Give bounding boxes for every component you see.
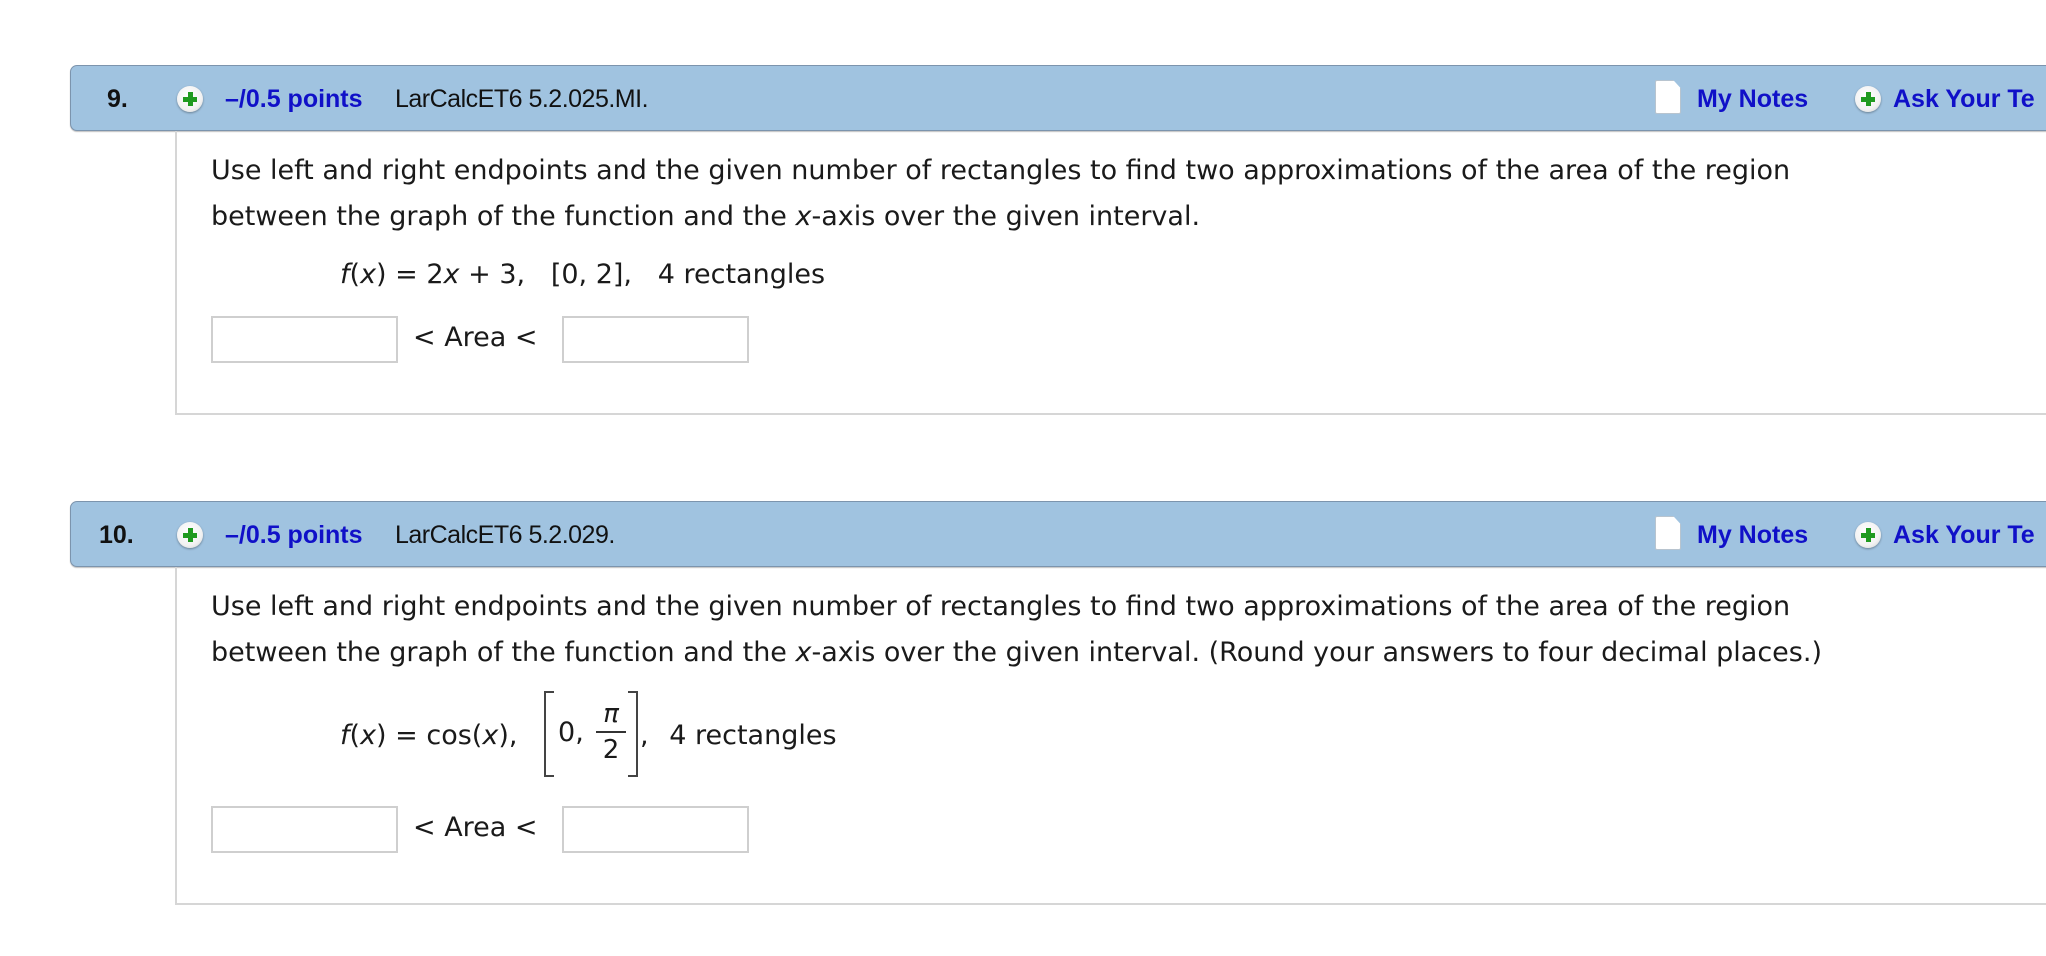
plus-circle-icon[interactable] <box>177 86 203 112</box>
area-label: < Area < <box>413 322 538 353</box>
question-9-header: 9. –/0.5 points LarCalcET6 5.2.025.MI. M… <box>70 65 2046 131</box>
function-formula: f(x) = 2x + 3, [0, 2], 4 rectangles <box>340 259 825 290</box>
document-icon[interactable] <box>1655 516 1681 550</box>
interval-start: 0, <box>558 717 584 748</box>
function-name: f <box>340 259 350 290</box>
prompt-text: -axis over the given interval. <box>811 201 1201 232</box>
question-9-body: Use left and right endpoints and the giv… <box>175 131 2046 415</box>
right-bracket <box>628 691 639 777</box>
variable: x <box>482 719 499 751</box>
paren: ( <box>349 719 361 751</box>
interval: 0, π 2 <box>544 691 644 779</box>
ask-your-teacher-link[interactable]: Ask Your Te <box>1893 85 2035 114</box>
fraction-numerator: π <box>596 697 627 733</box>
function-formula: f(x) = cos(x), 0, π 2 , 4 rectangles <box>340 691 837 779</box>
question-10-header: 10. –/0.5 points LarCalcET6 5.2.029. My … <box>70 501 2046 567</box>
points-link[interactable]: –/0.5 points <box>225 521 363 550</box>
function-name: f <box>340 719 350 751</box>
ask-your-teacher-link[interactable]: Ask Your Te <box>1893 521 2035 550</box>
variable: x <box>795 201 812 232</box>
variable: x <box>443 259 460 290</box>
lower-bound-input[interactable] <box>211 806 398 853</box>
left-bracket <box>544 691 555 777</box>
prompt-text: between the graph of the function and th… <box>211 201 796 232</box>
question-number: 10. <box>99 521 134 549</box>
prompt-line-2: between the graph of the function and th… <box>211 630 1822 676</box>
upper-bound-input[interactable] <box>562 806 749 853</box>
my-notes-link[interactable]: My Notes <box>1697 521 1808 550</box>
my-notes-link[interactable]: My Notes <box>1697 85 1808 114</box>
question-code: LarCalcET6 5.2.025.MI. <box>395 85 649 113</box>
fraction: π 2 <box>596 697 627 767</box>
question-number: 9. <box>107 85 128 113</box>
formula-text: ) = 2 <box>376 259 444 290</box>
plus-circle-icon[interactable] <box>1855 522 1881 548</box>
formula-lhs: f(x) = cos(x), <box>340 720 517 751</box>
formula-text: ), <box>498 719 518 751</box>
question-code: LarCalcET6 5.2.029. <box>395 521 615 549</box>
plus-circle-icon[interactable] <box>177 522 203 548</box>
variable: x <box>795 637 812 668</box>
prompt-line-1: Use left and right endpoints and the giv… <box>211 155 1791 186</box>
plus-circle-icon[interactable] <box>1855 86 1881 112</box>
question-10-body: Use left and right endpoints and the giv… <box>175 567 2046 905</box>
prompt-text: -axis over the given interval. (Round yo… <box>811 637 1822 668</box>
area-label: < Area < <box>413 812 538 843</box>
document-icon[interactable] <box>1655 80 1681 114</box>
points-link[interactable]: –/0.5 points <box>225 85 363 114</box>
paren: ( <box>349 259 361 290</box>
formula-text: 4 rectangles <box>669 719 837 751</box>
variable: x <box>360 259 377 290</box>
prompt-text: between the graph of the function and th… <box>211 637 796 668</box>
prompt-line-1: Use left and right endpoints and the giv… <box>211 591 1791 622</box>
fraction-denominator: 2 <box>602 735 620 765</box>
formula-text: ) = cos( <box>376 719 483 751</box>
lower-bound-input[interactable] <box>211 316 398 363</box>
variable: x <box>360 719 377 751</box>
upper-bound-input[interactable] <box>562 316 749 363</box>
prompt-line-2: between the graph of the function and th… <box>211 194 1200 240</box>
formula-text: + 3, [0, 2], 4 rectangles <box>459 259 826 290</box>
